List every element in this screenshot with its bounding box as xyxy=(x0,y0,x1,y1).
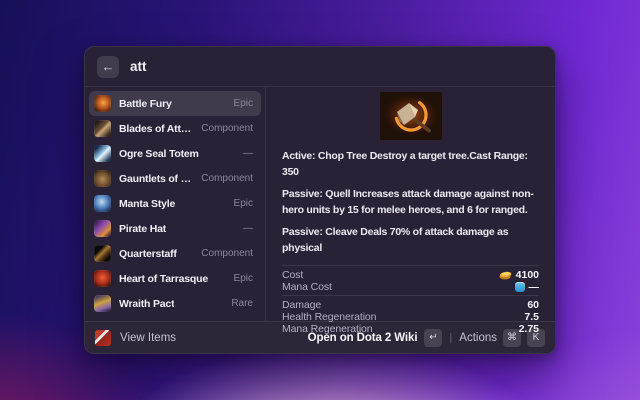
item-tag: — xyxy=(237,148,253,159)
metadata-value: — xyxy=(529,281,540,293)
item-title: Manta Style xyxy=(119,198,175,210)
dota2-logo-icon xyxy=(95,330,111,346)
list-item-gauntlets-of-strength[interactable]: Gauntlets of Strength Component xyxy=(89,166,261,191)
command-key-icon: ⌘ xyxy=(503,329,521,347)
manta-style-icon xyxy=(94,195,111,212)
detail-paragraph-passive-cleave: Passive: Cleave Deals 70% of attack dama… xyxy=(282,225,539,256)
extension-label: View Items xyxy=(120,332,176,344)
detail-paragraph-active-chop-tree: Active: Chop Tree Destroy a target tree.… xyxy=(282,149,539,180)
primary-action-label: Open on Dota 2 Wiki xyxy=(308,332,418,344)
quarterstaff-icon xyxy=(94,245,111,262)
ogre-seal-totem-icon xyxy=(94,145,111,162)
item-tag: Epic xyxy=(228,198,253,209)
enter-key-icon: ↵ xyxy=(424,329,442,347)
item-title: Blades of Attack xyxy=(119,123,195,135)
list-item-battle-fury[interactable]: Battle Fury Epic xyxy=(89,91,261,116)
search-input[interactable]: att xyxy=(130,59,147,74)
actions-label: Actions xyxy=(459,332,497,344)
heart-of-tarrasque-icon xyxy=(94,270,111,287)
metadata-value: 4100 xyxy=(516,269,539,281)
list-item-pirate-hat[interactable]: Pirate Hat — xyxy=(89,216,261,241)
footer-divider: | xyxy=(449,332,452,344)
item-title: Gauntlets of Strength xyxy=(119,173,195,185)
back-button[interactable]: ← xyxy=(97,56,119,78)
item-tag: Epic xyxy=(228,98,253,109)
metadata-row-mana-cost: Mana Cost — xyxy=(282,281,539,293)
item-tag: Rare xyxy=(225,298,253,309)
results-list: Battle Fury Epic Blades of Attack Compon… xyxy=(85,87,265,321)
actions-button[interactable]: Actions ⌘ K xyxy=(459,329,545,347)
battle-fury-item-art xyxy=(380,92,442,140)
item-title: Heart of Tarrasque xyxy=(119,273,208,285)
metadata-separator xyxy=(282,265,539,266)
metadata-value: 60 xyxy=(527,299,539,311)
list-item-blades-of-attack[interactable]: Blades of Attack Component xyxy=(89,116,261,141)
mana-crystal-icon xyxy=(515,282,525,292)
detail-paragraph-passive-quell: Passive: Quell Increases attack damage a… xyxy=(282,187,539,218)
list-item-ogre-seal-totem[interactable]: Ogre Seal Totem — xyxy=(89,141,261,166)
wraith-pact-icon xyxy=(94,295,111,312)
command-palette-window: ← att Battle Fury Epic Blades of Attack … xyxy=(84,46,556,354)
metadata-row-damage: Damage 60 xyxy=(282,299,539,311)
gauntlets-of-strength-icon xyxy=(94,170,111,187)
list-item-heart-of-tarrasque[interactable]: Heart of Tarrasque Epic xyxy=(89,266,261,291)
list-item-manta-style[interactable]: Manta Style Epic xyxy=(89,191,261,216)
gold-coin-icon xyxy=(499,270,512,280)
metadata-label: Cost xyxy=(282,269,499,281)
open-on-dota2-wiki-action[interactable]: Open on Dota 2 Wiki ↵ xyxy=(308,329,443,347)
item-tag: Component xyxy=(195,173,253,184)
search-bar: ← att xyxy=(85,47,555,87)
item-title: Quarterstaff xyxy=(119,248,177,260)
metadata-label: Damage xyxy=(282,299,527,311)
item-tag: Component xyxy=(195,123,253,134)
item-tag: Component xyxy=(195,248,253,259)
blades-of-attack-icon xyxy=(94,120,111,137)
k-key-icon: K xyxy=(527,329,545,347)
list-item-wraith-pact[interactable]: Wraith Pact Rare xyxy=(89,291,261,316)
list-item-quarterstaff[interactable]: Quarterstaff Component xyxy=(89,241,261,266)
metadata-separator xyxy=(282,295,539,296)
item-title: Pirate Hat xyxy=(119,223,166,235)
footer-bar: View Items Open on Dota 2 Wiki ↵ | Actio… xyxy=(85,321,555,353)
item-title: Wraith Pact xyxy=(119,298,174,310)
metadata-label: Mana Cost xyxy=(282,281,515,293)
item-tag: — xyxy=(237,223,253,234)
detail-panel: Active: Chop Tree Destroy a target tree.… xyxy=(265,87,555,321)
item-title: Ogre Seal Totem xyxy=(119,148,199,160)
pirate-hat-icon xyxy=(94,220,111,237)
metadata-row-cost: Cost 4100 xyxy=(282,269,539,281)
item-title: Battle Fury xyxy=(119,98,172,110)
item-tag: Epic xyxy=(228,273,253,284)
battle-fury-icon xyxy=(94,95,111,112)
